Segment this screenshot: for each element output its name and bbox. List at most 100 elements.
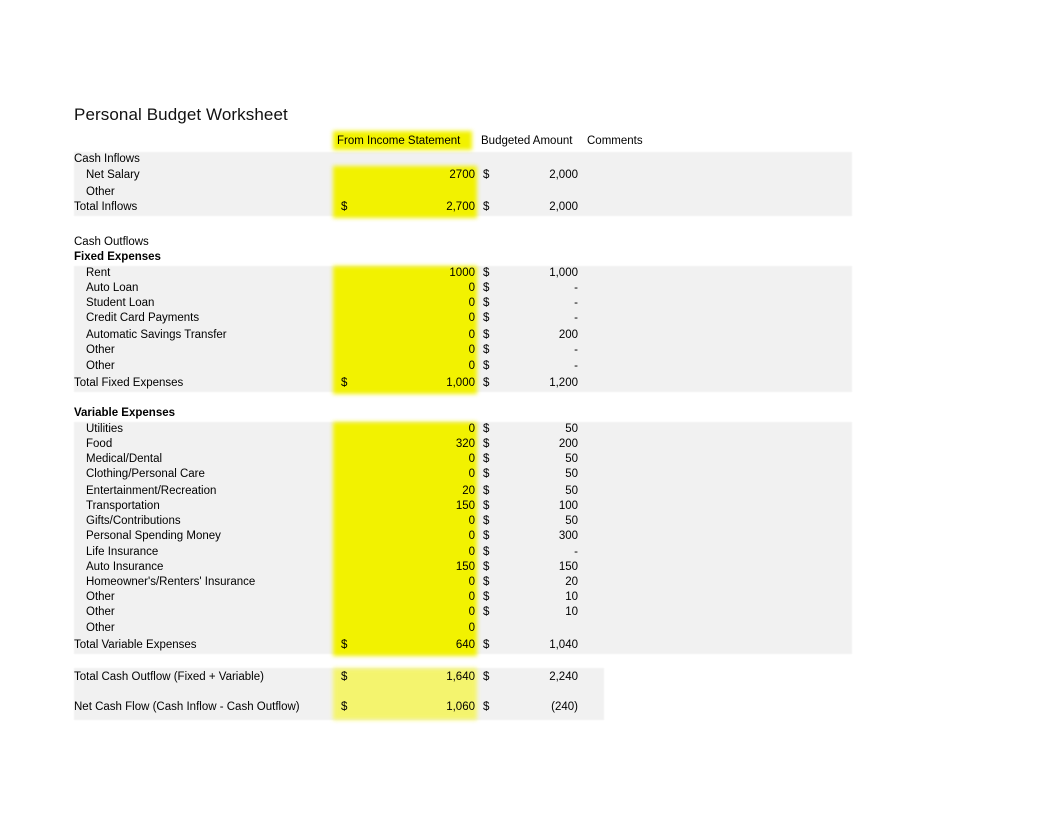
table-row[interactable]: Other <box>0 185 1062 200</box>
actual-value[interactable]: 0 <box>379 514 475 529</box>
budget-value[interactable]: 50 <box>490 422 578 437</box>
comment-cell[interactable] <box>587 621 847 636</box>
actual-value[interactable]: 1,060 <box>379 700 475 715</box>
actual-value[interactable]: 0 <box>379 422 475 437</box>
table-row[interactable]: Auto Insurance 150 $ 150 <box>0 560 1062 575</box>
actual-value[interactable]: 150 <box>379 499 475 514</box>
budget-value[interactable]: 50 <box>490 484 578 499</box>
comment-cell[interactable] <box>587 700 847 715</box>
actual-value[interactable]: 1,000 <box>379 376 475 391</box>
table-row[interactable]: Transportation 150 $ 100 <box>0 499 1062 514</box>
actual-value[interactable]: 2700 <box>379 168 475 183</box>
table-row[interactable]: Rent 1000 $ 1,000 <box>0 266 1062 281</box>
table-row[interactable]: Other 0 $ 10 <box>0 590 1062 605</box>
table-row[interactable]: Other 0 <box>0 621 1062 636</box>
comment-cell[interactable] <box>587 605 847 620</box>
table-row-total[interactable]: Total Inflows $ 2,700 $ 2,000 <box>0 200 1062 215</box>
table-row[interactable]: Student Loan 0 $ - <box>0 296 1062 311</box>
budget-value[interactable]: 2,240 <box>490 670 578 685</box>
comment-cell[interactable] <box>587 281 847 296</box>
comment-cell[interactable] <box>587 514 847 529</box>
budget-value[interactable]: 50 <box>490 467 578 482</box>
table-row[interactable]: Auto Loan 0 $ - <box>0 281 1062 296</box>
budget-value[interactable]: 1,200 <box>490 376 578 391</box>
budget-value[interactable]: 2,000 <box>490 168 578 183</box>
comment-cell[interactable] <box>587 437 847 452</box>
comment-cell[interactable] <box>587 359 847 374</box>
actual-value[interactable]: 1,640 <box>379 670 475 685</box>
comment-cell[interactable] <box>587 467 847 482</box>
actual-value[interactable]: 0 <box>379 529 475 544</box>
table-row[interactable]: Food 320 $ 200 <box>0 437 1062 452</box>
comment-cell[interactable] <box>587 266 847 281</box>
comment-cell[interactable] <box>587 529 847 544</box>
comment-cell[interactable] <box>587 638 847 653</box>
comment-cell[interactable] <box>587 200 847 215</box>
actual-value[interactable]: 0 <box>379 359 475 374</box>
budget-value[interactable]: - <box>490 311 578 326</box>
comment-cell[interactable] <box>587 311 847 326</box>
comment-cell[interactable] <box>587 168 847 183</box>
actual-value[interactable]: 640 <box>379 638 475 653</box>
table-row[interactable]: Credit Card Payments 0 $ - <box>0 311 1062 326</box>
actual-value[interactable]: 150 <box>379 560 475 575</box>
budget-value[interactable]: 10 <box>490 590 578 605</box>
budget-value[interactable]: - <box>490 545 578 560</box>
actual-value[interactable]: 0 <box>379 311 475 326</box>
budget-value[interactable]: 300 <box>490 529 578 544</box>
comment-cell[interactable] <box>587 590 847 605</box>
comment-cell[interactable] <box>587 376 847 391</box>
table-row[interactable]: Homeowner's/Renters' Insurance 0 $ 20 <box>0 575 1062 590</box>
actual-value[interactable]: 1000 <box>379 266 475 281</box>
comment-cell[interactable] <box>587 499 847 514</box>
actual-value[interactable]: 0 <box>379 467 475 482</box>
comment-cell[interactable] <box>587 560 847 575</box>
budget-value[interactable]: (240) <box>490 700 578 715</box>
budget-value[interactable]: 50 <box>490 452 578 467</box>
budget-value[interactable]: 1,040 <box>490 638 578 653</box>
comment-cell[interactable] <box>587 185 847 200</box>
table-row-net-cash-flow[interactable]: Net Cash Flow (Cash Inflow - Cash Outflo… <box>0 700 1062 715</box>
budget-value[interactable]: 50 <box>490 514 578 529</box>
comment-cell[interactable] <box>587 328 847 343</box>
table-row[interactable]: Clothing/Personal Care 0 $ 50 <box>0 467 1062 482</box>
table-row-total[interactable]: Total Fixed Expenses $ 1,000 $ 1,200 <box>0 376 1062 391</box>
table-row[interactable]: Medical/Dental 0 $ 50 <box>0 452 1062 467</box>
table-row[interactable]: Other 0 $ 10 <box>0 605 1062 620</box>
comment-cell[interactable] <box>587 575 847 590</box>
actual-value[interactable]: 0 <box>379 590 475 605</box>
table-row[interactable]: Life Insurance 0 $ - <box>0 545 1062 560</box>
table-row-total[interactable]: Total Variable Expenses $ 640 $ 1,040 <box>0 638 1062 653</box>
actual-value[interactable]: 0 <box>379 281 475 296</box>
comment-cell[interactable] <box>587 296 847 311</box>
table-row[interactable]: Other 0 $ - <box>0 359 1062 374</box>
budget-value[interactable]: - <box>490 343 578 358</box>
comment-cell[interactable] <box>587 670 847 685</box>
actual-value[interactable]: 0 <box>379 328 475 343</box>
table-row-total-cash-outflow[interactable]: Total Cash Outflow (Fixed + Variable) $ … <box>0 670 1062 685</box>
budget-value[interactable]: - <box>490 359 578 374</box>
budget-value[interactable]: 1,000 <box>490 266 578 281</box>
comment-cell[interactable] <box>587 422 847 437</box>
actual-value[interactable]: 0 <box>379 621 475 636</box>
actual-value[interactable]: 0 <box>379 545 475 560</box>
actual-value[interactable]: 0 <box>379 605 475 620</box>
actual-value[interactable]: 320 <box>379 437 475 452</box>
comment-cell[interactable] <box>587 484 847 499</box>
actual-value[interactable]: 0 <box>379 575 475 590</box>
budget-value[interactable]: 2,000 <box>490 200 578 215</box>
actual-value[interactable]: 0 <box>379 452 475 467</box>
table-row[interactable]: Net Salary 2700 $ 2,000 <box>0 168 1062 183</box>
actual-value[interactable]: 0 <box>379 296 475 311</box>
table-row[interactable]: Automatic Savings Transfer 0 $ 200 <box>0 328 1062 343</box>
table-row[interactable]: Utilities 0 $ 50 <box>0 422 1062 437</box>
budget-value[interactable]: 150 <box>490 560 578 575</box>
comment-cell[interactable] <box>587 452 847 467</box>
table-row[interactable]: Gifts/Contributions 0 $ 50 <box>0 514 1062 529</box>
table-row[interactable]: Personal Spending Money 0 $ 300 <box>0 529 1062 544</box>
budget-value[interactable]: 20 <box>490 575 578 590</box>
actual-value[interactable]: 20 <box>379 484 475 499</box>
budget-value[interactable]: - <box>490 296 578 311</box>
budget-value[interactable]: 10 <box>490 605 578 620</box>
budget-value[interactable]: - <box>490 281 578 296</box>
